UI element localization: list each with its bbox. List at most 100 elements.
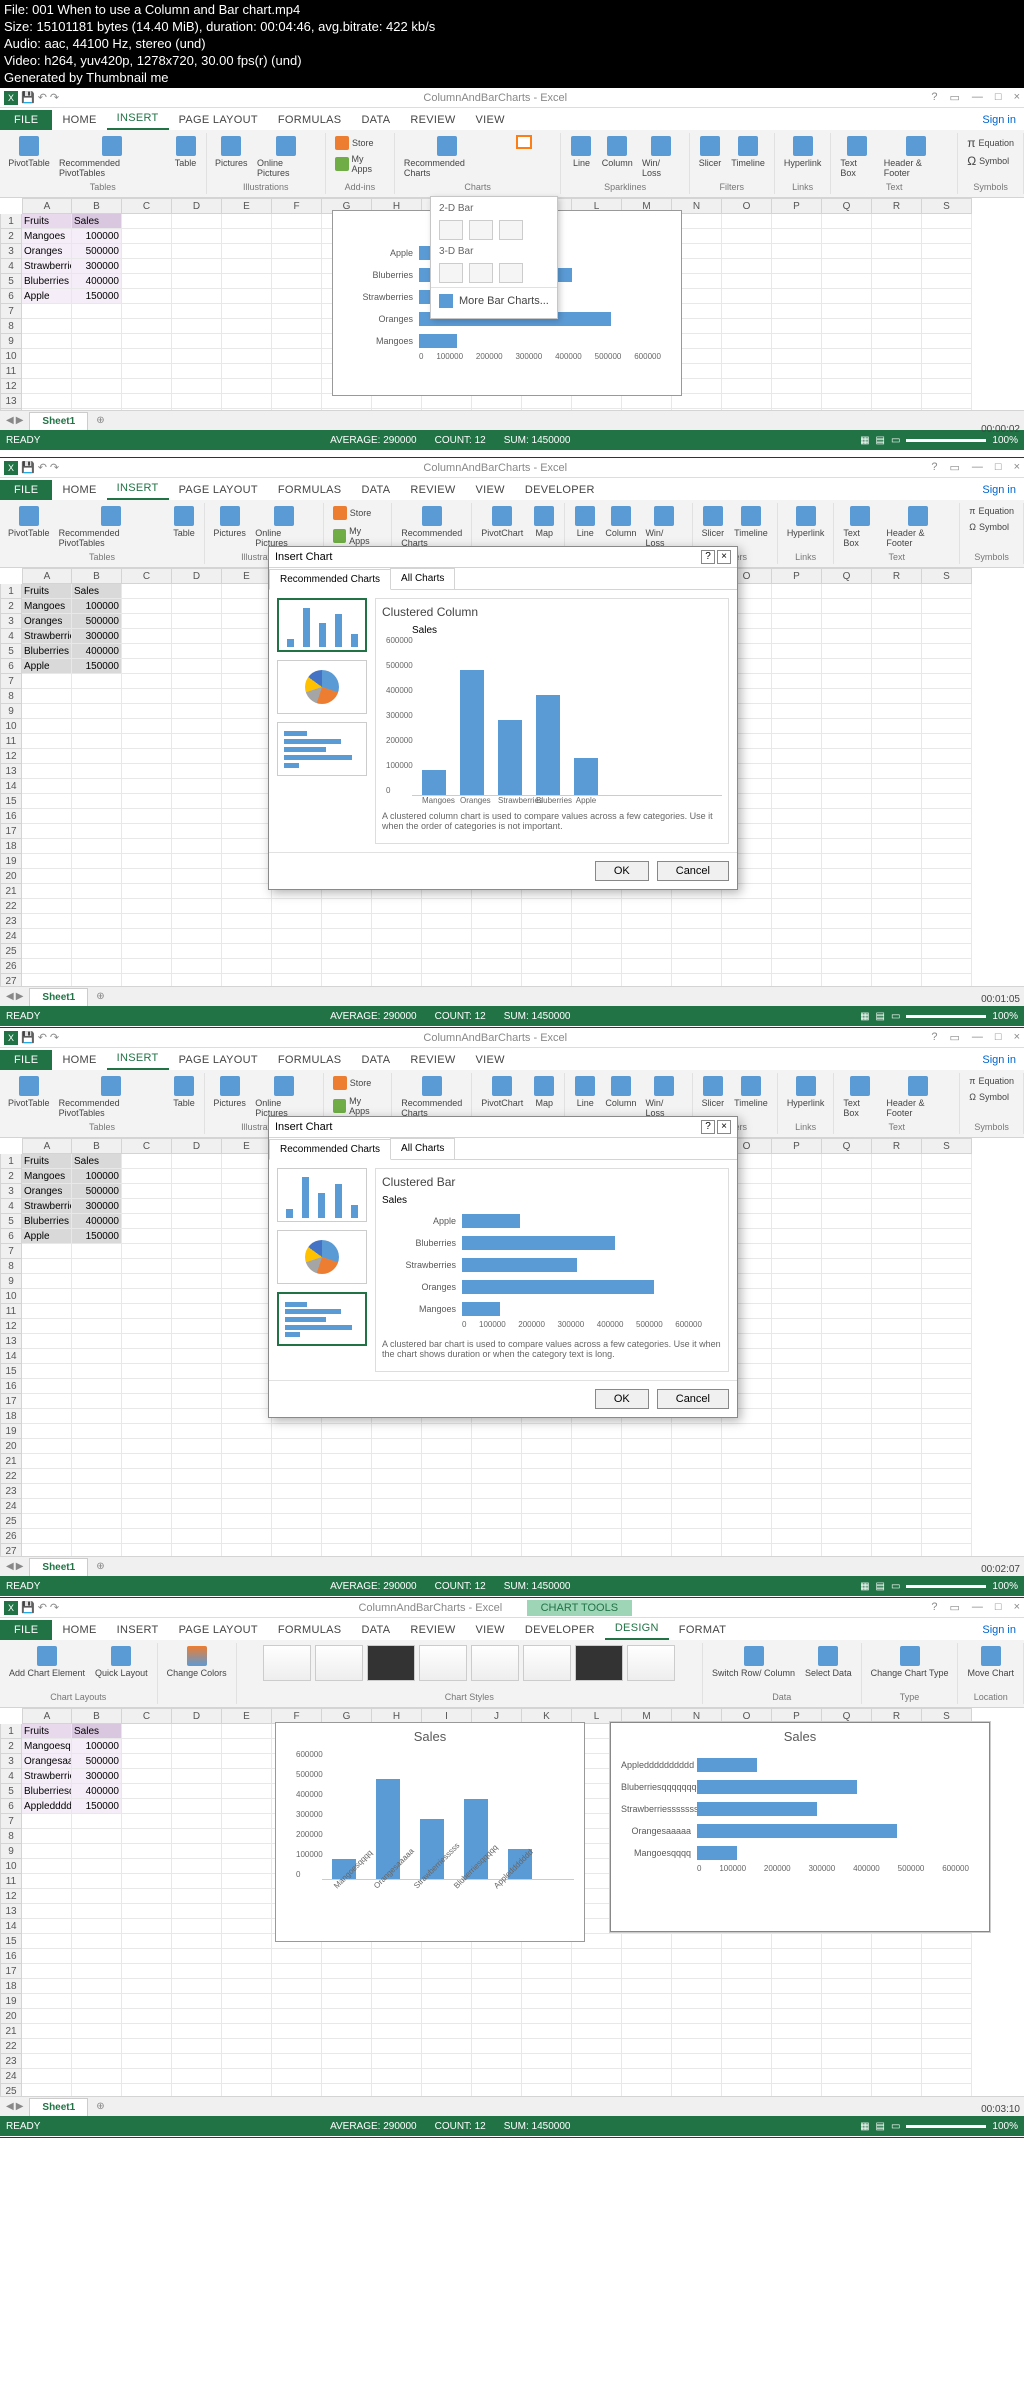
bar-3d-100stacked[interactable] bbox=[499, 263, 523, 283]
sales-bar-chart-selected[interactable]: Sales AppleddddddddddBluberriesqqqqqqqqS… bbox=[610, 1722, 990, 1932]
tab-file[interactable]: FILE bbox=[0, 110, 52, 130]
cancel-button[interactable]: Cancel bbox=[657, 861, 729, 881]
tab-data[interactable]: DATA bbox=[351, 110, 400, 130]
quick-layout-button[interactable]: Quick Layout bbox=[92, 1645, 151, 1679]
myapps-button[interactable]: My Apps bbox=[332, 153, 388, 175]
ok-button[interactable]: OK bbox=[595, 1389, 649, 1409]
online-pics-button[interactable]: Online Pictures bbox=[254, 135, 319, 179]
tab-formulas[interactable]: FORMULAS bbox=[268, 110, 352, 130]
tab-home[interactable]: HOME bbox=[52, 110, 106, 130]
insert-chart-dialog: Insert Chart?× Recommended ChartsAll Cha… bbox=[268, 1116, 738, 1418]
thumbnail-panel-4: X💾↶↷ColumnAndBarCharts - Excel CHART TOO… bbox=[0, 1598, 1024, 2138]
timeline-button[interactable]: Timeline bbox=[728, 135, 768, 169]
excel-icon: X bbox=[4, 91, 18, 105]
thumb-pie[interactable] bbox=[277, 1230, 367, 1284]
save-icon[interactable]: 💾 bbox=[21, 461, 35, 474]
thumb-bar[interactable] bbox=[277, 1292, 367, 1346]
rec-charts-button[interactable]: Recommended Charts bbox=[401, 135, 493, 179]
undo-icon[interactable]: ↶ bbox=[38, 91, 47, 104]
chart-pie-icon[interactable] bbox=[496, 151, 512, 165]
symbol-button[interactable]: ΩSymbol bbox=[964, 153, 1012, 169]
thumb-bar[interactable] bbox=[277, 722, 367, 776]
thumb-clustered-column[interactable] bbox=[277, 1168, 367, 1222]
ribbon-body: PivotTable Recommended PivotTables Table… bbox=[0, 130, 1024, 198]
chart-scatter-icon[interactable] bbox=[536, 151, 552, 165]
redo-icon[interactable]: ↷ bbox=[50, 91, 59, 104]
minimize-icon[interactable]: — bbox=[972, 91, 983, 104]
slicer-button[interactable]: Slicer bbox=[696, 135, 725, 169]
bar-2d-stacked[interactable] bbox=[469, 220, 493, 240]
dialog-help-icon[interactable]: ? bbox=[701, 1120, 715, 1134]
save-icon[interactable]: 💾 bbox=[21, 91, 35, 104]
undo-icon[interactable]: ↶ bbox=[38, 461, 47, 474]
rec-pivot-button[interactable]: Recommended PivotTables bbox=[56, 135, 168, 179]
spark-line-button[interactable]: Line bbox=[567, 135, 595, 169]
zoom-slider[interactable] bbox=[906, 439, 986, 442]
tab-format[interactable]: FORMAT bbox=[669, 1620, 736, 1640]
more-bar-charts-link[interactable]: More Bar Charts... bbox=[431, 287, 557, 314]
pivottable-button[interactable]: PivotTable bbox=[6, 135, 52, 169]
sheet-next-icon[interactable]: ▶ bbox=[16, 415, 24, 426]
dialog-close-icon[interactable]: × bbox=[717, 550, 731, 564]
pagelayout-view-icon[interactable]: ▤ bbox=[876, 435, 885, 446]
tab-review[interactable]: REVIEW bbox=[400, 110, 465, 130]
store-button[interactable]: Store bbox=[332, 135, 377, 151]
tab-insert[interactable]: INSERT bbox=[107, 108, 169, 130]
sign-in-link[interactable]: Sign in bbox=[974, 110, 1024, 130]
change-chart-type-button[interactable]: Change Chart Type bbox=[868, 1645, 952, 1679]
header-button[interactable]: Header & Footer bbox=[881, 135, 951, 179]
bar-chart-dropdown: 2-D Bar 3-D Bar More Bar Charts... bbox=[430, 196, 558, 319]
all-charts-tab[interactable]: All Charts bbox=[390, 568, 455, 589]
move-chart-button[interactable]: Move Chart bbox=[964, 1645, 1017, 1679]
tab-design[interactable]: DESIGN bbox=[605, 1618, 669, 1640]
window-title: ColumnAndBarCharts - Excel bbox=[59, 92, 931, 104]
chart-column-icon[interactable] bbox=[496, 135, 512, 149]
sheet-prev-icon[interactable]: ◀ bbox=[6, 415, 14, 426]
sales-column-chart[interactable]: Sales 6000005000004000003000002000001000… bbox=[275, 1722, 585, 1942]
table-button[interactable]: Table bbox=[172, 135, 200, 169]
recommended-charts-tab[interactable]: Recommended Charts bbox=[269, 569, 391, 590]
maximize-icon[interactable]: □ bbox=[995, 91, 1002, 104]
pagebreak-view-icon[interactable]: ▭ bbox=[891, 435, 900, 446]
spark-winloss-button[interactable]: Win/ Loss bbox=[639, 135, 683, 179]
add-chart-element-button[interactable]: Add Chart Element bbox=[6, 1645, 88, 1679]
thumbnail-timestamp: 00:00:02 bbox=[981, 424, 1020, 435]
tab-file[interactable]: FILE bbox=[0, 480, 52, 500]
sheet-tabs: ◀▶ Sheet1 ⊕ bbox=[0, 410, 1024, 430]
ribbon-tabs: FILE HOME INSERT PAGE LAYOUT FORMULAS DA… bbox=[0, 108, 1024, 130]
chart-bar-icon[interactable] bbox=[516, 135, 532, 149]
tab-view[interactable]: VIEW bbox=[466, 110, 515, 130]
dialog-close-icon[interactable]: × bbox=[717, 1120, 731, 1134]
chart-line-icon[interactable] bbox=[536, 135, 552, 149]
status-bar: READY AVERAGE: 290000COUNT: 12SUM: 14500… bbox=[0, 430, 1024, 450]
cancel-button[interactable]: Cancel bbox=[657, 1389, 729, 1409]
thumbnail-panel-3: X💾↶↷ColumnAndBarCharts - Excel?▭—□× FILE… bbox=[0, 1028, 1024, 1598]
equation-button[interactable]: πEquation bbox=[964, 135, 1017, 151]
pictures-button[interactable]: Pictures bbox=[213, 135, 250, 169]
chart-area-icon[interactable] bbox=[516, 151, 532, 165]
thumb-pie[interactable] bbox=[277, 660, 367, 714]
chart-styles-gallery[interactable] bbox=[263, 1645, 675, 1690]
spark-column-button[interactable]: Column bbox=[599, 135, 635, 169]
hyperlink-button[interactable]: Hyperlink bbox=[781, 135, 825, 169]
ribbon-display-icon[interactable]: ▭ bbox=[950, 91, 960, 104]
add-sheet-button[interactable]: ⊕ bbox=[88, 415, 112, 426]
bar-3d-clustered[interactable] bbox=[439, 263, 463, 283]
ok-button[interactable]: OK bbox=[595, 861, 649, 881]
redo-icon[interactable]: ↷ bbox=[50, 461, 59, 474]
select-data-button[interactable]: Select Data bbox=[802, 1645, 855, 1679]
bar-2d-clustered[interactable] bbox=[439, 220, 463, 240]
change-colors-button[interactable]: Change Colors bbox=[164, 1645, 230, 1679]
chart-description: A clustered column chart is used to comp… bbox=[382, 805, 722, 837]
switch-row-col-button[interactable]: Switch Row/ Column bbox=[709, 1645, 798, 1679]
bar-3d-stacked[interactable] bbox=[469, 263, 493, 283]
dialog-help-icon[interactable]: ? bbox=[701, 550, 715, 564]
bar-2d-100stacked[interactable] bbox=[499, 220, 523, 240]
textbox-button[interactable]: Text Box bbox=[837, 135, 876, 179]
normal-view-icon[interactable]: ▦ bbox=[860, 435, 869, 446]
tab-pagelayout[interactable]: PAGE LAYOUT bbox=[169, 110, 268, 130]
thumb-clustered-column[interactable] bbox=[277, 598, 367, 652]
close-icon[interactable]: × bbox=[1014, 91, 1020, 104]
help-icon[interactable]: ? bbox=[931, 91, 937, 104]
sheet-tab-sheet1[interactable]: Sheet1 bbox=[29, 412, 88, 430]
